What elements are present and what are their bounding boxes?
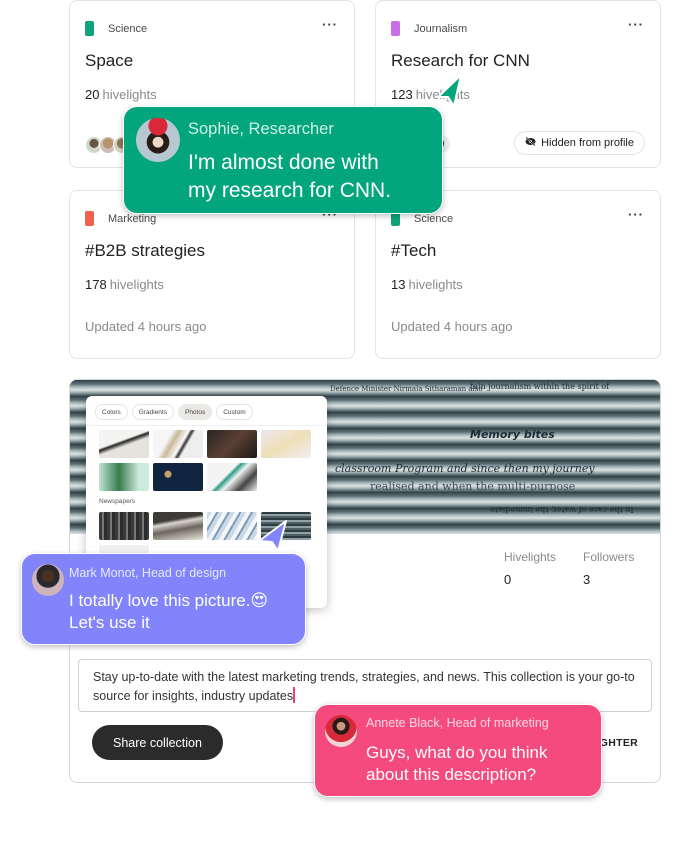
more-options-icon[interactable]: ··· xyxy=(628,18,644,31)
category-label: Science xyxy=(108,22,148,35)
category-label: Journalism xyxy=(414,22,468,35)
avatar-annete xyxy=(325,715,357,747)
stat-followers: Followers 3 xyxy=(583,550,634,587)
count-value: 20 xyxy=(85,87,100,102)
photo-thumbnail[interactable] xyxy=(99,512,149,540)
eye-slash-icon xyxy=(525,136,536,149)
tab-photos[interactable]: Photos xyxy=(177,404,213,420)
hidden-from-profile-badge[interactable]: Hidden from profile xyxy=(514,131,645,155)
cover-headline: realised and when the multi-purpose xyxy=(370,480,576,493)
picker-tabs: Colors Gradients Photos Custom xyxy=(95,404,253,420)
heart-eyes-emoji-icon: 😍 xyxy=(250,591,269,610)
comment-author: Annete Black, Head of marketing xyxy=(366,716,549,730)
comment-text: I totally love this picture.😍 Let's use … xyxy=(69,590,268,634)
comment-bubble-sophie: Sophie, Researcher I'm almost done with … xyxy=(123,106,443,214)
member-avatars[interactable] xyxy=(85,136,131,154)
collection-title: Space xyxy=(85,51,134,70)
count-unit: hivelights xyxy=(102,87,157,102)
description-text: Stay up-to-date with the latest marketin… xyxy=(93,670,635,703)
collection-title: #Tech xyxy=(391,241,437,260)
count-value: 123 xyxy=(391,87,413,102)
comment-line: Guys, what do you think xyxy=(366,743,548,762)
comment-bubble-mark: Mark Monot, Head of design I totally lov… xyxy=(21,553,306,645)
cover-headline: In the case of water, the immediate xyxy=(490,505,634,514)
comment-line: I totally love this picture. xyxy=(69,591,251,610)
count-value: 178 xyxy=(85,277,107,292)
stat-label: Hivelights xyxy=(504,550,557,564)
updated-time: Updated 4 hours ago xyxy=(391,319,513,334)
stat-label: Followers xyxy=(583,550,635,564)
category-label: Marketing xyxy=(108,212,157,225)
collection-card-b2b-strategies[interactable]: Marketing ··· #B2B strategies 178 hivelig… xyxy=(69,190,355,359)
cover-headline: Defence Minister Nirmala Sitharaman also xyxy=(330,385,483,393)
avatar-sophie xyxy=(136,118,180,162)
comment-text: I'm almost done with my research for CNN… xyxy=(188,149,391,204)
mark-cursor-icon xyxy=(258,520,287,552)
photo-thumbnail[interactable] xyxy=(207,463,257,491)
tab-gradients[interactable]: Gradients xyxy=(131,404,174,420)
comment-author: Mark Monot, Head of design xyxy=(69,566,227,580)
photo-thumbnail[interactable] xyxy=(153,463,203,491)
comment-bubble-annete: Annete Black, Head of marketing Guys, wh… xyxy=(314,704,602,797)
divider xyxy=(86,425,327,426)
category-color-icon xyxy=(85,211,94,226)
comment-text: Guys, what do you think about this descr… xyxy=(366,742,547,786)
collection-title: Research for CNN xyxy=(391,51,530,70)
more-options-icon[interactable]: ··· xyxy=(628,208,644,221)
visibility-label: Hidden from profile xyxy=(541,137,634,149)
stat-hivelights: Hivelights 0 xyxy=(504,550,556,587)
comment-line: my research for CNN. xyxy=(188,178,392,202)
brand-logo: GHTER xyxy=(599,737,638,749)
photo-thumbnail[interactable] xyxy=(261,430,311,458)
comment-line: about this description? xyxy=(366,765,537,784)
tab-colors[interactable]: Colors xyxy=(95,404,128,420)
tab-custom[interactable]: Custom xyxy=(216,404,253,420)
photo-thumbnail[interactable] xyxy=(99,430,149,458)
photo-thumbnail[interactable] xyxy=(207,430,257,458)
stat-value: 3 xyxy=(583,572,591,587)
comment-line: Let's use it xyxy=(69,613,150,632)
collection-title: #B2B strategies xyxy=(85,241,206,260)
comment-author: Sophie, Researcher xyxy=(188,120,334,138)
more-options-icon[interactable]: ··· xyxy=(322,18,338,31)
avatar-mark xyxy=(32,564,64,596)
category-color-icon xyxy=(85,21,94,36)
category-color-icon xyxy=(391,21,400,36)
cover-headline: tain journalism within the spirit of xyxy=(470,382,610,391)
photo-thumbnail[interactable] xyxy=(207,512,257,540)
cover-headline: Memory bites xyxy=(470,428,555,441)
category-tag: Science xyxy=(85,21,147,36)
photo-thumbnail[interactable] xyxy=(99,463,149,491)
hivelight-count: 178 hivelights xyxy=(85,277,164,292)
cover-headline: classroom Program and since then my jour… xyxy=(335,462,595,475)
count-value: 13 xyxy=(391,277,406,292)
section-label: Newspapers xyxy=(99,498,136,505)
sophie-cursor-icon xyxy=(437,74,462,107)
text-cursor xyxy=(293,687,295,703)
stat-value: 0 xyxy=(504,572,512,587)
comment-line: I'm almost done with xyxy=(188,151,379,174)
count-unit: hivelights xyxy=(408,277,463,292)
collection-card-tech[interactable]: Science ··· #Tech 13 hivelights Updated 4… xyxy=(375,190,661,359)
photo-thumbnail[interactable] xyxy=(153,430,203,458)
count-unit: hivelights xyxy=(109,277,164,292)
category-tag: Journalism xyxy=(391,21,467,36)
hivelight-count: 13 hivelights xyxy=(391,277,463,292)
photo-thumbnail[interactable] xyxy=(153,512,203,540)
updated-time: Updated 4 hours ago xyxy=(85,319,207,334)
category-label: Science xyxy=(414,212,454,225)
share-collection-button[interactable]: Share collection xyxy=(92,725,223,760)
hivelight-count: 20 hivelights xyxy=(85,87,157,102)
